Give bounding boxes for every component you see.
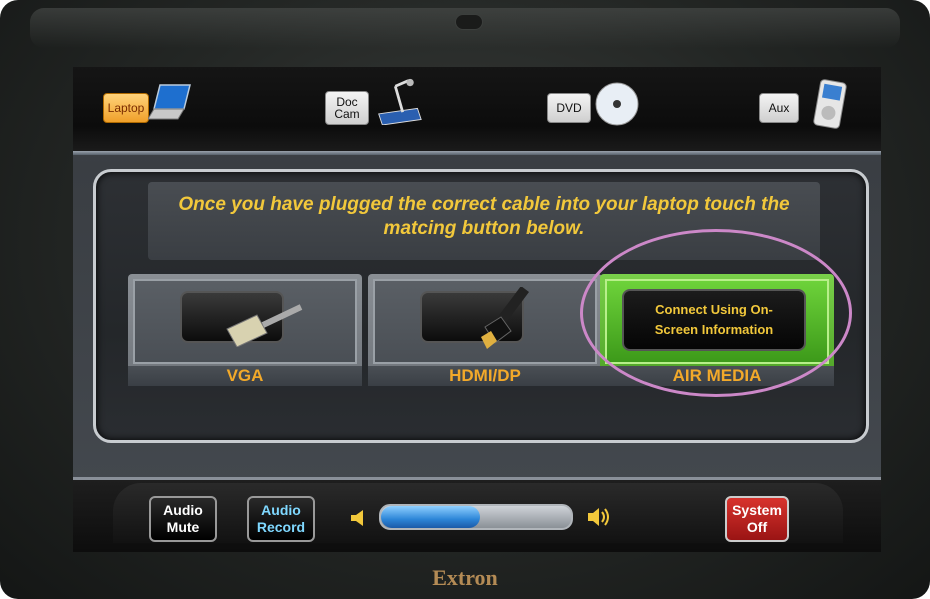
doc-camera-icon [378,78,422,125]
volume-up-icon[interactable] [588,506,610,528]
hdmi-button-face [373,279,597,364]
hdmi-input-button[interactable]: HDMI/DP [368,274,602,386]
source-dvd-label: DVD [556,101,582,115]
vga-cable-icon [226,304,303,347]
vga-input-button[interactable]: VGA [128,274,362,386]
volume-level-fill [381,506,480,528]
media-player-icon [813,79,847,129]
audio-mute-button[interactable]: Audio Mute [149,496,217,542]
source-aux-label: Aux [768,101,790,115]
device-brand-logo: Extron [432,565,498,590]
vga-caption: VGA [128,366,362,386]
laptop-icon [148,84,191,120]
source-doccam-label: Doc Cam [334,95,360,121]
volume-down-icon[interactable] [351,510,365,526]
camera-window [455,14,483,30]
system-off-button[interactable]: System Off [725,496,789,542]
annotation-highlight-circle [580,229,852,397]
dvd-disc-icon [595,82,639,126]
source-dvd-button[interactable]: DVD [547,93,591,123]
source-aux-button[interactable]: Aux [759,93,799,123]
hdmi-caption: HDMI/DP [368,366,602,386]
audio-record-button[interactable]: Audio Record [247,496,315,542]
vga-button-face [133,279,357,364]
source-doccam-button[interactable]: Doc Cam [325,91,369,125]
source-laptop-label: Laptop [107,101,145,115]
source-laptop-button[interactable]: Laptop [103,93,149,123]
volume-slider[interactable] [379,504,573,530]
hdmi-cable-icon [481,287,529,349]
source-bar-divider [73,151,881,155]
